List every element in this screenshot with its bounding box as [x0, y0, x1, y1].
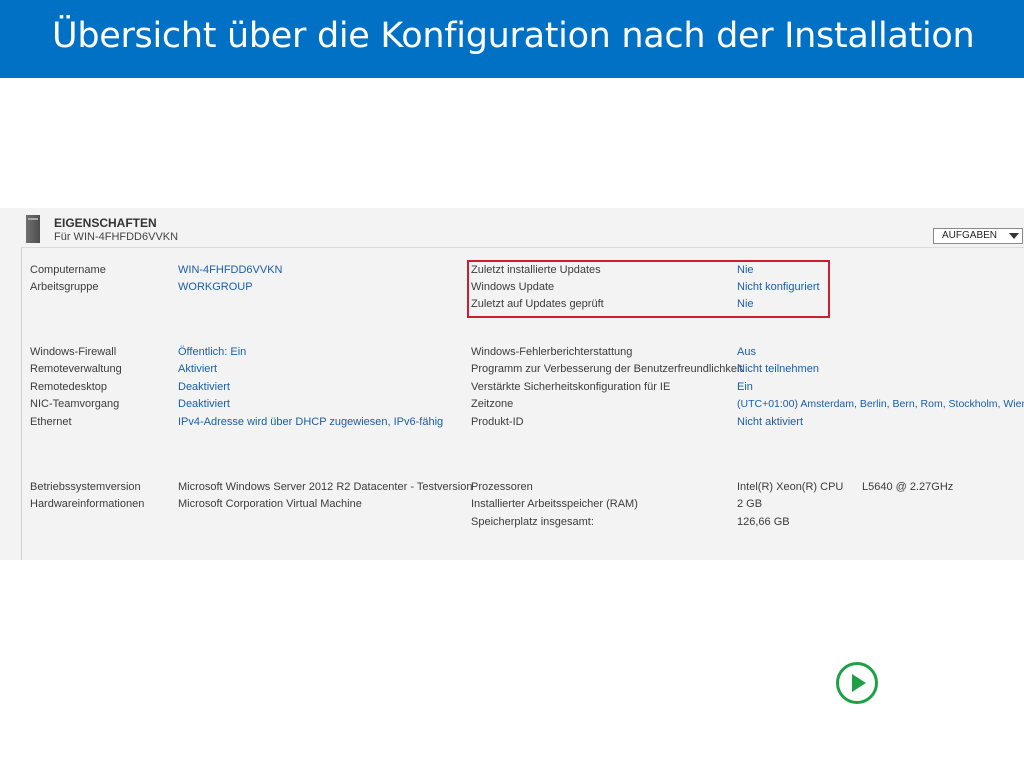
product-id-label: Produkt-ID: [471, 416, 524, 428]
chevron-down-icon: [1009, 233, 1019, 239]
play-button[interactable]: [836, 662, 878, 704]
panel-title: EIGENSCHAFTEN: [54, 216, 157, 230]
server-icon: [26, 215, 40, 243]
ceip-label: Programm zur Verbesserung der Benutzerfr…: [471, 363, 743, 375]
remote-desktop-value[interactable]: Deaktiviert: [178, 381, 230, 394]
remote-management-label: Remoteverwaltung: [30, 363, 122, 375]
error-reporting-value[interactable]: Aus: [737, 346, 756, 359]
ceip-value[interactable]: Nicht teilnehmen: [737, 363, 819, 376]
tasks-dropdown-button[interactable]: AUFGABEN: [933, 228, 1023, 244]
disk-space-value: 126,66 GB: [737, 516, 790, 528]
disk-space-label: Speicherplatz insgesamt:: [471, 516, 594, 528]
slide-title: Übersicht über die Konfiguration nach de…: [52, 16, 975, 56]
ethernet-value[interactable]: IPv4-Adresse wird über DHCP zugewiesen, …: [178, 416, 443, 429]
processors-label: Prozessoren: [471, 481, 533, 493]
hardware-info-value: Microsoft Corporation Virtual Machine: [178, 498, 362, 510]
ie-esc-label: Verstärkte Sicherheitskonfiguration für …: [471, 381, 671, 393]
updates-highlight-box: [467, 260, 830, 318]
play-icon: [852, 674, 866, 692]
workgroup-value[interactable]: WORKGROUP: [178, 281, 253, 294]
computer-name-value[interactable]: WIN-4FHFDD6VVKN: [178, 264, 283, 277]
hardware-info-label: Hardwareinformationen: [30, 498, 145, 510]
workgroup-label: Arbeitsgruppe: [30, 281, 99, 293]
remote-management-value[interactable]: Aktiviert: [178, 363, 217, 376]
product-id-value[interactable]: Nicht aktiviert: [737, 416, 803, 429]
ethernet-label: Ethernet: [30, 416, 72, 428]
processors-value-extra: L5640 @ 2.27GHz: [862, 481, 954, 493]
computer-name-label: Computername: [30, 264, 106, 276]
tasks-button-label: AUFGABEN: [942, 230, 998, 241]
timezone-label: Zeitzone: [471, 398, 514, 410]
slide-header: Übersicht über die Konfiguration nach de…: [0, 0, 1024, 78]
remote-desktop-label: Remotedesktop: [30, 381, 108, 393]
ram-label: Installierter Arbeitsspeicher (RAM): [471, 498, 638, 510]
ie-esc-value[interactable]: Ein: [737, 381, 753, 394]
error-reporting-label: Windows-Fehlerberichterstattung: [471, 346, 633, 358]
firewall-value[interactable]: Öffentlich: Ein: [178, 346, 246, 359]
os-version-label: Betriebssystemversion: [30, 481, 141, 493]
nic-teaming-label: NIC-Teamvorgang: [30, 398, 120, 410]
nic-teaming-value[interactable]: Deaktiviert: [178, 398, 230, 411]
timezone-value[interactable]: (UTC+01:00) Amsterdam, Berlin, Bern, Rom…: [737, 398, 1024, 411]
processors-value: Intel(R) Xeon(R) CPU: [737, 481, 844, 493]
firewall-label: Windows-Firewall: [30, 346, 117, 358]
os-version-value: Microsoft Windows Server 2012 R2 Datacen…: [178, 481, 473, 493]
ram-value: 2 GB: [737, 498, 763, 510]
panel-subtitle: Für WIN-4FHFDD6VVKN: [54, 231, 179, 243]
